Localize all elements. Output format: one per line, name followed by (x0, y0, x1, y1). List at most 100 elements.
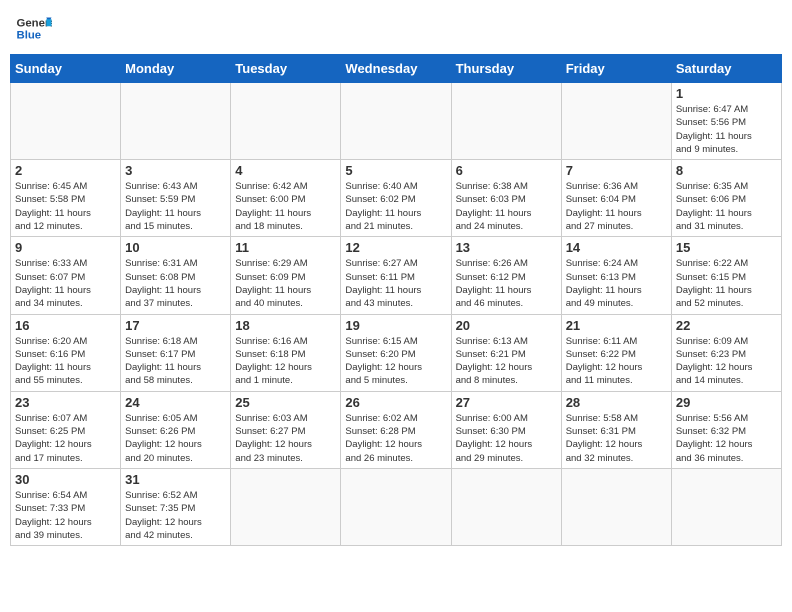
calendar-week-row: 23 Sunrise: 6:07 AM Sunset: 6:25 PM Dayli… (11, 391, 782, 468)
calendar-cell: 16 Sunrise: 6:20 AM Sunset: 6:16 PM Dayli… (11, 314, 121, 391)
weekday-header-saturday: Saturday (671, 55, 781, 83)
day-number: 2 (15, 163, 116, 178)
calendar-cell: 30 Sunrise: 6:54 AM Sunset: 7:33 PM Dayli… (11, 468, 121, 545)
day-info: Sunrise: 6:09 AM Sunset: 6:23 PM Dayligh… (676, 335, 777, 388)
calendar-cell: 19 Sunrise: 6:15 AM Sunset: 6:20 PM Dayli… (341, 314, 451, 391)
day-number: 16 (15, 318, 116, 333)
calendar-cell (341, 468, 451, 545)
calendar-cell: 15Sunrise: 6:22 AM Sunset: 6:15 PM Dayli… (671, 237, 781, 314)
calendar-cell (451, 468, 561, 545)
calendar-cell (231, 468, 341, 545)
calendar-cell: 20 Sunrise: 6:13 AM Sunset: 6:21 PM Dayli… (451, 314, 561, 391)
day-info: Sunrise: 6:22 AM Sunset: 6:15 PM Dayligh… (676, 257, 777, 310)
day-info: Sunrise: 6:07 AM Sunset: 6:25 PM Dayligh… (15, 412, 116, 465)
day-info: Sunrise: 6:26 AM Sunset: 6:12 PM Dayligh… (456, 257, 557, 310)
day-info: Sunrise: 6:11 AM Sunset: 6:22 PM Dayligh… (566, 335, 667, 388)
day-number: 13 (456, 240, 557, 255)
day-number: 3 (125, 163, 226, 178)
header: General Blue (10, 10, 782, 46)
calendar-week-row: 9 Sunrise: 6:33 AM Sunset: 6:07 PM Daylig… (11, 237, 782, 314)
day-number: 1 (676, 86, 777, 101)
day-number: 18 (235, 318, 336, 333)
day-number: 5 (345, 163, 446, 178)
calendar-cell: 3Sunrise: 6:43 AM Sunset: 5:59 PM Daylig… (121, 160, 231, 237)
day-info: Sunrise: 6:27 AM Sunset: 6:11 PM Dayligh… (345, 257, 446, 310)
day-number: 22 (676, 318, 777, 333)
calendar-cell: 5 Sunrise: 6:40 AM Sunset: 6:02 PM Daylig… (341, 160, 451, 237)
logo-icon: General Blue (16, 14, 52, 42)
day-info: Sunrise: 6:38 AM Sunset: 6:03 PM Dayligh… (456, 180, 557, 233)
calendar-cell: 13 Sunrise: 6:26 AM Sunset: 6:12 PM Dayli… (451, 237, 561, 314)
day-number: 29 (676, 395, 777, 410)
calendar-cell: 7 Sunrise: 6:36 AM Sunset: 6:04 PM Daylig… (561, 160, 671, 237)
calendar-cell: 29 Sunrise: 5:56 AM Sunset: 6:32 PM Dayli… (671, 391, 781, 468)
day-number: 30 (15, 472, 116, 487)
weekday-header-sunday: Sunday (11, 55, 121, 83)
day-info: Sunrise: 5:56 AM Sunset: 6:32 PM Dayligh… (676, 412, 777, 465)
day-number: 17 (125, 318, 226, 333)
day-number: 28 (566, 395, 667, 410)
calendar-cell: 6 Sunrise: 6:38 AM Sunset: 6:03 PM Daylig… (451, 160, 561, 237)
day-info: Sunrise: 6:45 AM Sunset: 5:58 PM Dayligh… (15, 180, 116, 233)
day-info: Sunrise: 6:13 AM Sunset: 6:21 PM Dayligh… (456, 335, 557, 388)
calendar-cell: 12 Sunrise: 6:27 AM Sunset: 6:11 PM Dayli… (341, 237, 451, 314)
day-info: Sunrise: 6:33 AM Sunset: 6:07 PM Dayligh… (15, 257, 116, 310)
day-number: 23 (15, 395, 116, 410)
calendar-cell (671, 468, 781, 545)
day-number: 6 (456, 163, 557, 178)
calendar-cell: 22 Sunrise: 6:09 AM Sunset: 6:23 PM Dayli… (671, 314, 781, 391)
calendar-cell: 9 Sunrise: 6:33 AM Sunset: 6:07 PM Daylig… (11, 237, 121, 314)
day-number: 8 (676, 163, 777, 178)
weekday-header-wednesday: Wednesday (341, 55, 451, 83)
day-info: Sunrise: 6:20 AM Sunset: 6:16 PM Dayligh… (15, 335, 116, 388)
calendar-cell: 8Sunrise: 6:35 AM Sunset: 6:06 PM Daylig… (671, 160, 781, 237)
day-info: Sunrise: 6:15 AM Sunset: 6:20 PM Dayligh… (345, 335, 446, 388)
day-info: Sunrise: 6:42 AM Sunset: 6:00 PM Dayligh… (235, 180, 336, 233)
day-info: Sunrise: 6:00 AM Sunset: 6:30 PM Dayligh… (456, 412, 557, 465)
calendar-cell (341, 83, 451, 160)
calendar-cell (121, 83, 231, 160)
day-info: Sunrise: 6:36 AM Sunset: 6:04 PM Dayligh… (566, 180, 667, 233)
day-number: 26 (345, 395, 446, 410)
day-number: 4 (235, 163, 336, 178)
calendar-cell: 2 Sunrise: 6:45 AM Sunset: 5:58 PM Daylig… (11, 160, 121, 237)
day-info: Sunrise: 6:02 AM Sunset: 6:28 PM Dayligh… (345, 412, 446, 465)
day-number: 21 (566, 318, 667, 333)
day-number: 7 (566, 163, 667, 178)
calendar-week-row: 16 Sunrise: 6:20 AM Sunset: 6:16 PM Dayli… (11, 314, 782, 391)
day-number: 12 (345, 240, 446, 255)
calendar-cell: 24Sunrise: 6:05 AM Sunset: 6:26 PM Dayli… (121, 391, 231, 468)
day-info: Sunrise: 6:03 AM Sunset: 6:27 PM Dayligh… (235, 412, 336, 465)
weekday-header-row: SundayMondayTuesdayWednesdayThursdayFrid… (11, 55, 782, 83)
calendar-week-row: 30 Sunrise: 6:54 AM Sunset: 7:33 PM Dayli… (11, 468, 782, 545)
calendar-cell: 11Sunrise: 6:29 AM Sunset: 6:09 PM Dayli… (231, 237, 341, 314)
calendar-cell (231, 83, 341, 160)
calendar-cell: 25Sunrise: 6:03 AM Sunset: 6:27 PM Dayli… (231, 391, 341, 468)
calendar-cell: 1Sunrise: 6:47 AM Sunset: 5:56 PM Daylig… (671, 83, 781, 160)
day-info: Sunrise: 6:40 AM Sunset: 6:02 PM Dayligh… (345, 180, 446, 233)
day-info: Sunrise: 6:18 AM Sunset: 6:17 PM Dayligh… (125, 335, 226, 388)
calendar-cell: 28 Sunrise: 5:58 AM Sunset: 6:31 PM Dayli… (561, 391, 671, 468)
day-number: 9 (15, 240, 116, 255)
svg-text:Blue: Blue (17, 30, 42, 42)
day-info: Sunrise: 6:52 AM Sunset: 7:35 PM Dayligh… (125, 489, 226, 542)
weekday-header-friday: Friday (561, 55, 671, 83)
day-info: Sunrise: 6:31 AM Sunset: 6:08 PM Dayligh… (125, 257, 226, 310)
day-number: 20 (456, 318, 557, 333)
day-info: Sunrise: 6:24 AM Sunset: 6:13 PM Dayligh… (566, 257, 667, 310)
day-info: Sunrise: 6:29 AM Sunset: 6:09 PM Dayligh… (235, 257, 336, 310)
day-number: 10 (125, 240, 226, 255)
day-number: 27 (456, 395, 557, 410)
calendar-cell: 21 Sunrise: 6:11 AM Sunset: 6:22 PM Dayli… (561, 314, 671, 391)
day-info: Sunrise: 5:58 AM Sunset: 6:31 PM Dayligh… (566, 412, 667, 465)
day-info: Sunrise: 6:54 AM Sunset: 7:33 PM Dayligh… (15, 489, 116, 542)
calendar-cell: 26 Sunrise: 6:02 AM Sunset: 6:28 PM Dayli… (341, 391, 451, 468)
logo: General Blue (16, 14, 52, 42)
calendar-cell: 10 Sunrise: 6:31 AM Sunset: 6:08 PM Dayli… (121, 237, 231, 314)
calendar-cell (11, 83, 121, 160)
calendar-cell: 18Sunrise: 6:16 AM Sunset: 6:18 PM Dayli… (231, 314, 341, 391)
day-info: Sunrise: 6:05 AM Sunset: 6:26 PM Dayligh… (125, 412, 226, 465)
day-number: 19 (345, 318, 446, 333)
calendar-cell: 4 Sunrise: 6:42 AM Sunset: 6:00 PM Daylig… (231, 160, 341, 237)
calendar-cell: 31Sunrise: 6:52 AM Sunset: 7:35 PM Dayli… (121, 468, 231, 545)
